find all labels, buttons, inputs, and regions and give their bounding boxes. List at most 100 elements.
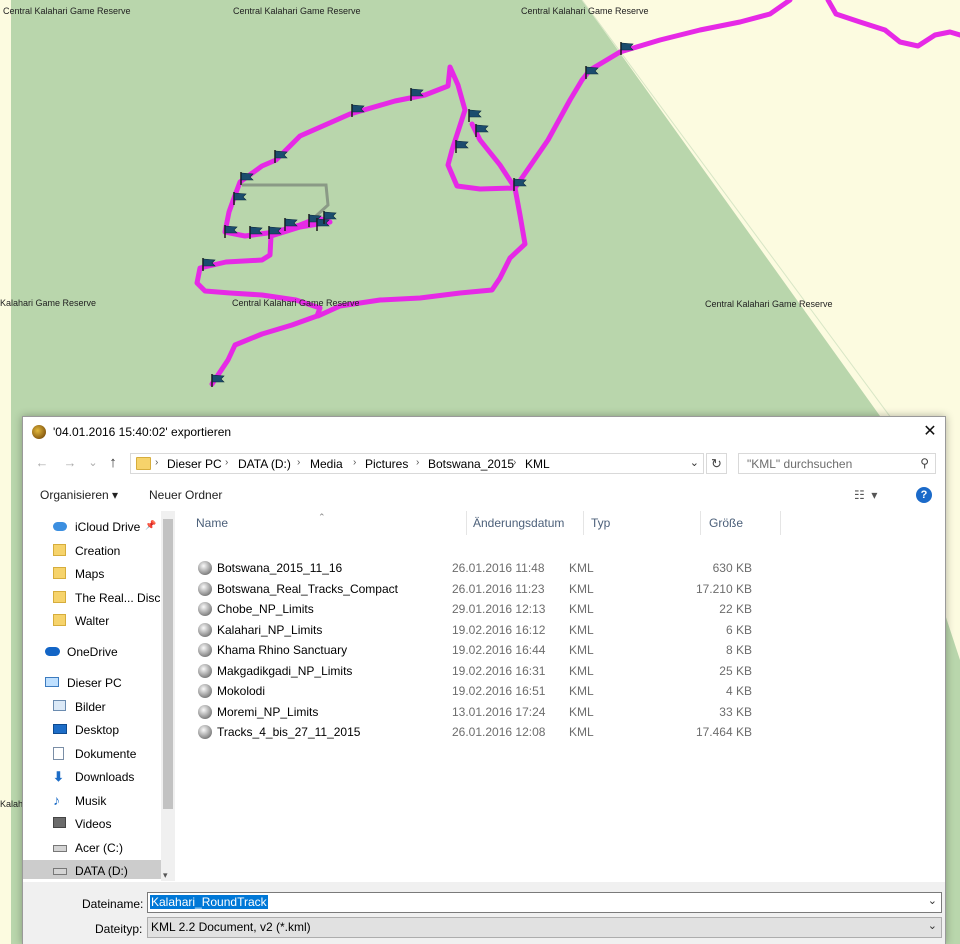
flag-icon[interactable] (233, 192, 247, 205)
folder-icon (136, 457, 151, 470)
file-row[interactable]: Tracks_4_bis_27_11_2015 26.01.2016 12:08 K… (178, 722, 778, 742)
column-label: Änderungsdatum (473, 516, 565, 530)
file-row[interactable]: Mokolodi 19.02.2016 16:51 KML 4 KB (178, 681, 778, 701)
flag-icon[interactable] (455, 140, 469, 153)
sidebar-item[interactable]: Desktop (23, 719, 161, 741)
file-name: Tracks_4_bis_27_11_2015 (217, 725, 361, 739)
flag-icon[interactable] (240, 172, 254, 185)
title-bar[interactable]: '04.01.2016 15:40:02' exportieren ✕ (23, 417, 945, 447)
file-row[interactable]: Botswana_Real_Tracks_Compact 26.01.2016 1… (178, 579, 778, 599)
sidebar-item[interactable]: Dieser PC (23, 672, 161, 694)
sidebar-item[interactable]: Maps (23, 563, 161, 585)
breadcrumb-item[interactable]: Botswana_2015 (428, 457, 514, 471)
sidebar-item[interactable]: Bilder (23, 696, 161, 718)
flag-icon[interactable] (249, 226, 263, 239)
flag-icon[interactable] (475, 124, 489, 137)
sidebar-item[interactable]: Videos (23, 813, 161, 835)
filetype-select[interactable]: KML 2.2 Document, v2 (*.kml) ⌄ (147, 917, 942, 938)
up-arrow-icon[interactable]: ↑ (103, 453, 123, 473)
flag-icon[interactable] (410, 88, 424, 101)
flag-icon[interactable] (585, 66, 599, 79)
search-placeholder: "KML" durchsuchen (747, 457, 853, 471)
breadcrumb-item[interactable]: DATA (D:) (238, 457, 291, 471)
flag-icon[interactable] (274, 150, 288, 163)
sidebar-item-label: The Real... Disc 1 (75, 591, 171, 605)
file-row[interactable]: Botswana_2015_11_16 26.01.2016 11:48 KML 63… (178, 558, 778, 578)
command-bar: Organisieren ▾ Neuer Ordner ☷ ▾ ? (23, 481, 945, 509)
navigation-pane: iCloud Drive 📌 Creation Maps The Real... Dis… (23, 511, 175, 879)
pin-icon[interactable]: 📌 (145, 520, 156, 531)
flag-icon[interactable] (323, 211, 337, 224)
help-icon[interactable]: ? (916, 487, 932, 503)
file-size: 4 KB (725, 684, 752, 698)
sidebar-item[interactable]: ⬇ Downloads (23, 766, 161, 788)
breadcrumb-item[interactable]: Media (310, 457, 343, 471)
column-header-size[interactable]: Größe (701, 511, 781, 535)
kml-file-icon (198, 643, 212, 657)
file-name: Botswana_2015_11_16 (217, 561, 343, 575)
chevron-right-icon: › (513, 457, 517, 468)
flag-icon[interactable] (268, 226, 282, 239)
file-size: 630 KB (712, 561, 752, 575)
filename-input[interactable]: Kalahari_RoundTrack ⌄ (147, 892, 942, 913)
scrollbar-thumb[interactable] (163, 519, 173, 809)
folder-icon (53, 614, 67, 627)
back-arrow-icon[interactable]: ← (32, 453, 52, 473)
breadcrumb-item[interactable]: Pictures (365, 457, 408, 471)
column-header-type[interactable]: Typ (584, 511, 701, 535)
sidebar-item[interactable]: Walter (23, 610, 161, 632)
filename-value[interactable]: Kalahari_RoundTrack (150, 895, 268, 909)
search-input[interactable]: "KML" durchsuchen ⚲ (738, 453, 936, 474)
address-bar[interactable]: › Dieser PC › DATA (D:) › Media › Pictur… (130, 453, 704, 474)
sidebar-item[interactable]: DATA (D:) (23, 860, 161, 879)
chevron-right-icon: › (297, 457, 301, 468)
view-options-icon[interactable]: ☷ ▾ (854, 488, 877, 502)
kml-file-icon (198, 561, 212, 575)
sidebar-item[interactable]: Dokumente (23, 743, 161, 765)
flag-icon[interactable] (202, 258, 216, 271)
flag-icon[interactable] (513, 178, 527, 191)
sidebar-item[interactable]: The Real... Disc 1 (23, 587, 170, 609)
file-row[interactable]: Kalahari_NP_Limits 19.02.2016 16:12 KML 6 K… (178, 620, 778, 640)
desktop-icon (53, 723, 67, 736)
file-type: KML (569, 704, 594, 719)
column-header-name[interactable]: ⌃ Name (178, 511, 467, 535)
file-list: ⌃ Name Änderungsdatum Typ Größe Botswana… (178, 511, 945, 879)
refresh-icon[interactable]: ↻ (706, 453, 727, 474)
recent-locations-icon[interactable]: ⌄ (83, 453, 103, 473)
file-size: 8 KB (725, 643, 752, 657)
downloads-icon: ⬇ (53, 769, 64, 784)
flag-icon[interactable] (224, 225, 238, 238)
sidebar-item[interactable]: Creation (23, 540, 161, 562)
column-header-date[interactable]: Änderungsdatum (467, 511, 584, 535)
sidebar-item[interactable]: ♪ Musik (23, 790, 161, 812)
flag-icon[interactable] (211, 374, 225, 387)
navigation-scrollbar[interactable]: ▾ (161, 511, 175, 881)
sidebar-item[interactable]: Acer (C:) (23, 837, 161, 859)
sidebar-item[interactable]: iCloud Drive 📌 (23, 516, 161, 538)
file-name: Chobe_NP_Limits (217, 602, 314, 616)
file-row[interactable]: Moremi_NP_Limits 13.01.2016 17:24 KML 33 KB (178, 702, 778, 722)
chevron-down-icon[interactable]: ⌄ (928, 919, 937, 932)
flag-icon[interactable] (620, 42, 634, 55)
file-row[interactable]: Makgadikgadi_NP_Limits 19.02.2016 16:31 KM… (178, 661, 778, 681)
flag-icon[interactable] (284, 218, 298, 231)
chevron-down-icon[interactable]: ⌄ (690, 456, 699, 469)
file-row[interactable]: Chobe_NP_Limits 29.01.2016 12:13 KML 22 KB (178, 599, 778, 619)
breadcrumb-item[interactable]: Dieser PC (167, 457, 222, 471)
folder-icon (53, 544, 67, 557)
onedrive-icon (45, 645, 60, 658)
file-size: 25 KB (719, 663, 752, 678)
flag-icon[interactable] (351, 104, 365, 117)
file-row[interactable]: Khama Rhino Sanctuary 19.02.2016 16:44 KML… (178, 640, 778, 660)
scroll-down-icon[interactable]: ▾ (163, 870, 168, 881)
chevron-down-icon[interactable]: ⌄ (928, 894, 937, 907)
new-folder-button[interactable]: Neuer Ordner (149, 488, 222, 502)
organize-button[interactable]: Organisieren ▾ (40, 488, 118, 502)
flag-icon[interactable] (468, 109, 482, 122)
breadcrumb-item[interactable]: KML (525, 457, 550, 471)
forward-arrow-icon[interactable]: → (60, 453, 80, 473)
drive-icon (53, 864, 67, 877)
close-button[interactable]: ✕ (915, 417, 945, 447)
sidebar-item[interactable]: OneDrive (23, 641, 161, 663)
